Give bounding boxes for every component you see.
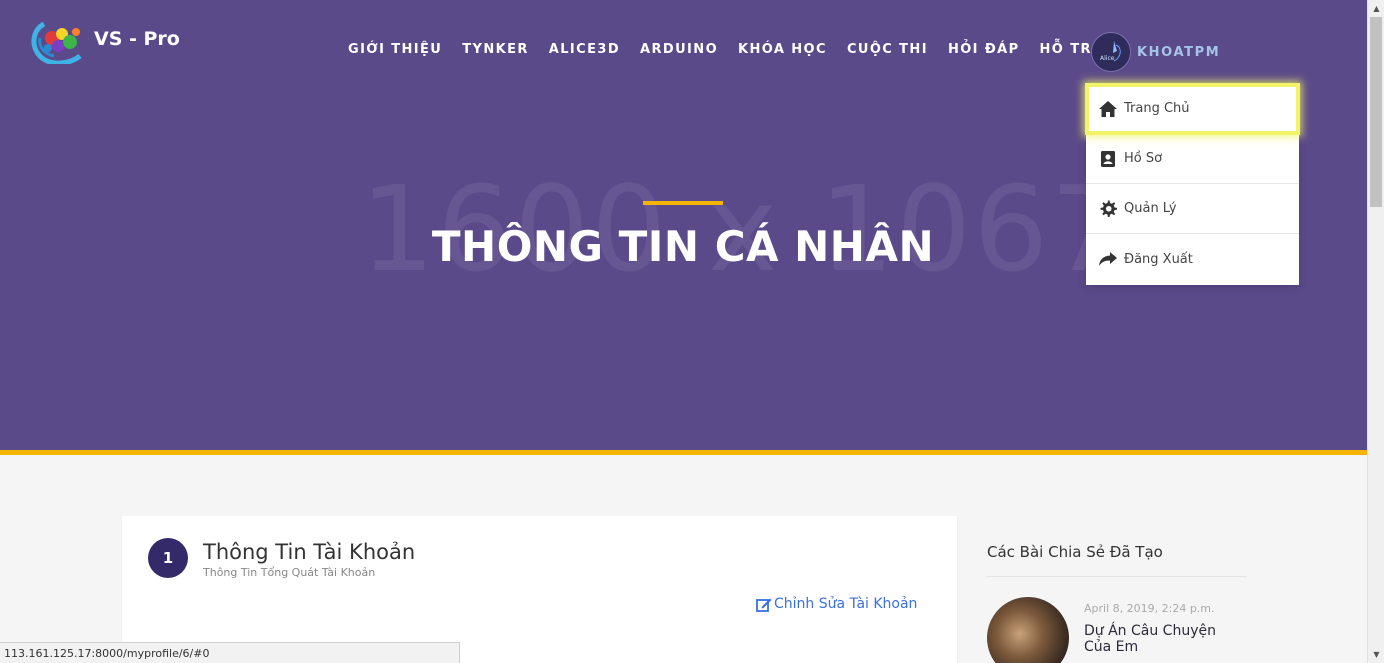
user-dropdown-menu: Trang Chủ Hồ Sơ Quản Lý Đăng Xuất	[1085, 83, 1300, 285]
scroll-down-arrow-icon[interactable]: ▼	[1368, 646, 1384, 663]
page-viewport: 1600 x 1067 THÔNG TIN CÁ NHÂN VS - Pro G…	[0, 0, 1367, 663]
dropdown-item-label: Trang Chủ	[1124, 101, 1190, 116]
avatar-label: Alice	[1100, 55, 1115, 62]
account-info-card: 1 Thông Tin Tài Khoản Thông Tin Tổng Quá…	[122, 516, 957, 663]
sidebar-divider	[987, 576, 1247, 577]
nav-item-khoa-hoc[interactable]: KHÓA HỌC	[728, 42, 837, 57]
browser-status-bar: 113.161.125.17:8000/myprofile/6/#0	[0, 642, 460, 663]
dropdown-item-home[interactable]: Trang Chủ	[1085, 83, 1300, 135]
post-thumbnail[interactable]	[987, 597, 1069, 663]
nav-item-arduino[interactable]: ARDUINO	[630, 42, 728, 57]
scroll-up-arrow-icon[interactable]: ▲	[1368, 0, 1384, 17]
nav-item-tynker[interactable]: TYNKER	[452, 42, 539, 57]
post-title-link[interactable]: Dự Án Câu Chuyện Của Em	[1084, 623, 1234, 655]
scrollbar-thumb[interactable]	[1370, 17, 1382, 207]
contact-book-icon	[1098, 149, 1118, 169]
user-name: KHOATPM	[1137, 44, 1221, 60]
user-menu-toggle[interactable]: Alice KHOATPM	[1091, 32, 1220, 72]
card-title: Thông Tin Tài Khoản	[203, 540, 416, 564]
dropdown-item-label: Đăng Xuất	[1124, 251, 1193, 267]
share-arrow-icon	[1098, 249, 1118, 269]
site-logo[interactable]: VS - Pro	[30, 18, 180, 66]
card-subtitle: Thông Tin Tổng Quát Tài Khoản	[203, 566, 376, 579]
nav-item-alice3d[interactable]: ALICE3D	[539, 42, 630, 57]
home-icon	[1098, 99, 1118, 119]
nav-item-cuoc-thi[interactable]: CUỘC THI	[837, 42, 938, 57]
avatar: Alice	[1091, 32, 1131, 72]
hero-divider	[0, 450, 1367, 455]
dropdown-item-logout[interactable]: Đăng Xuất	[1086, 234, 1299, 284]
hero-accent-line	[643, 201, 723, 205]
post-date: April 8, 2019, 2:24 p.m.	[1084, 602, 1215, 615]
sidebar-title: Các Bài Chia Sẻ Đã Tạo	[987, 543, 1163, 561]
edit-account-link[interactable]: Chỉnh Sửa Tài Khoản	[756, 596, 917, 612]
dropdown-item-manage[interactable]: Quản Lý	[1086, 184, 1299, 234]
edit-icon	[756, 597, 772, 612]
step-number-badge: 1	[148, 538, 188, 578]
brand-name: VS - Pro	[94, 28, 180, 50]
main-nav: GIỚI THIỆU TYNKER ALICE3D ARDUINO KHÓA H…	[338, 42, 1115, 57]
dropdown-item-label: Quản Lý	[1124, 201, 1177, 216]
nav-item-gioi-thieu[interactable]: GIỚI THIỆU	[338, 42, 452, 57]
edit-account-label: Chỉnh Sửa Tài Khoản	[774, 596, 918, 612]
gear-icon	[1098, 199, 1118, 219]
nav-item-hoi-dap[interactable]: HỎI ĐÁP	[938, 42, 1030, 57]
page-title: THÔNG TIN CÁ NHÂN	[431, 222, 935, 271]
logo-icon	[30, 18, 92, 66]
page-scrollbar[interactable]: ▲ ▼	[1367, 0, 1384, 663]
dropdown-item-profile[interactable]: Hồ Sơ	[1086, 134, 1299, 184]
dropdown-item-label: Hồ Sơ	[1124, 151, 1163, 166]
